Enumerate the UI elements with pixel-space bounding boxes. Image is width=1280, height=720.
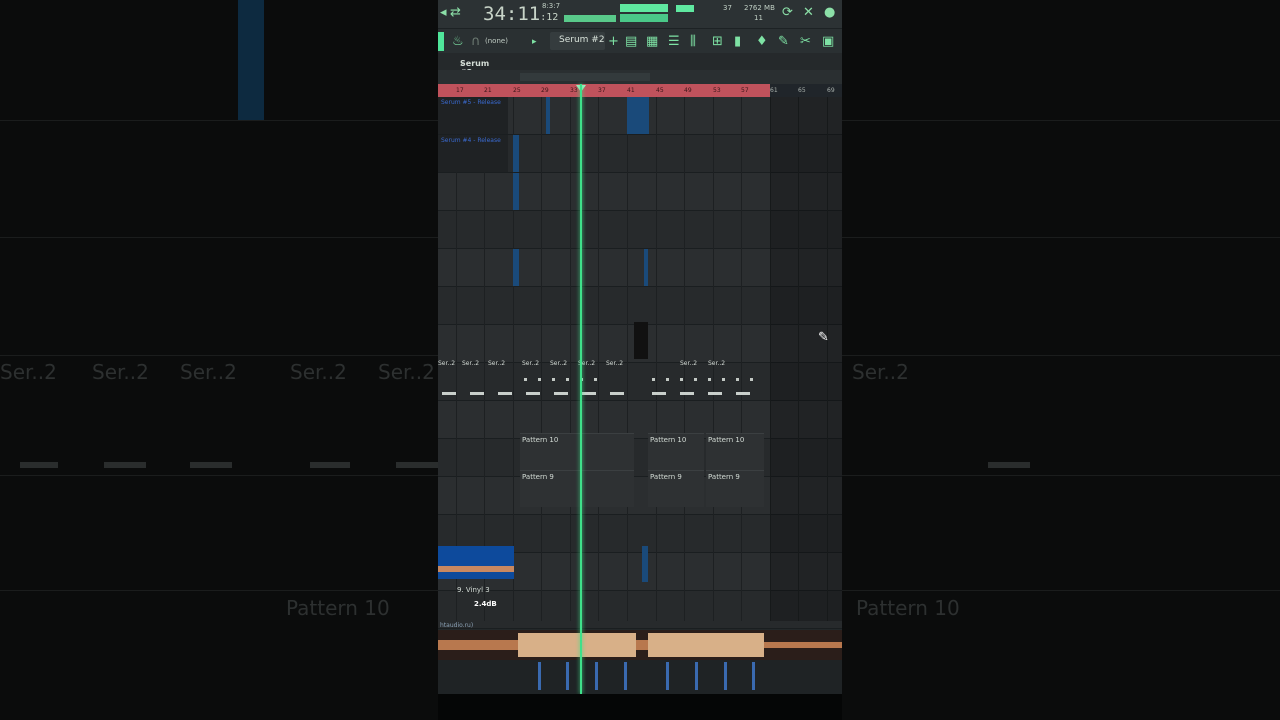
bar-number: 61: [770, 87, 778, 94]
arrow-icon[interactable]: ◂: [440, 5, 447, 20]
toolbar: ♨ ∩ (none) ▸ Serum #2 + ▤ ▦ ☰ ⫼ ⊞ ▮ ♦ ✎ …: [438, 28, 842, 54]
loop-icon[interactable]: ⇄: [450, 5, 461, 20]
slice-icon[interactable]: ✂: [800, 34, 811, 49]
playhead[interactable]: [580, 84, 582, 694]
pattern-clip-label: Ser..2: [680, 360, 698, 367]
ghost-label: Ser..2: [0, 360, 57, 384]
transport-bar: ◂ ⇄ 34:11:12 8:3:7 37 2762 MB 11 ⟳ ✕ ●: [438, 0, 842, 28]
pattern-clip-label: Ser..2: [522, 360, 540, 367]
polyphony-readout: 11: [754, 14, 763, 22]
automation-clip[interactable]: [513, 249, 519, 286]
bar-number: 21: [484, 87, 492, 94]
bar-number: 49: [684, 87, 692, 94]
bar-number: 45: [656, 87, 664, 94]
playlist-window: ◂ ⇄ 34:11:12 8:3:7 37 2762 MB 11 ⟳ ✕ ● ♨…: [438, 0, 842, 694]
mixer-icon[interactable]: ⫼: [690, 34, 696, 49]
play-icon[interactable]: ▸: [532, 37, 537, 47]
bar-number: 41: [627, 87, 635, 94]
bar-number: 37: [598, 87, 606, 94]
vinyl-clip-label: 9. Vinyl 3: [457, 586, 490, 594]
blurred-clip: [238, 0, 264, 120]
master-meter-r: [620, 14, 668, 22]
refresh-icon[interactable]: ⟳: [782, 5, 793, 20]
automation-clip[interactable]: [634, 322, 648, 359]
right-blur-panel: Ser..2 Pattern 10: [842, 0, 1280, 720]
bpm-readout: 8:3:7: [542, 2, 561, 10]
automation-clip[interactable]: [513, 135, 519, 172]
pattern-clip[interactable]: Pattern 9: [648, 470, 704, 507]
waveform[interactable]: [438, 630, 842, 660]
channel-rack-icon[interactable]: ☰: [668, 34, 680, 49]
pattern-clip-label: Ser..2: [606, 360, 624, 367]
automation-clip[interactable]: [546, 97, 550, 134]
playlist-icon[interactable]: ▤: [625, 34, 637, 49]
tools-icon[interactable]: ✕: [803, 5, 814, 20]
memory-readout: 2762 MB: [744, 4, 775, 12]
pattern-clip[interactable]: Pattern 9: [706, 470, 764, 507]
pattern-clip-label: Ser..2: [488, 360, 506, 367]
pattern-clip[interactable]: Pattern 10: [520, 433, 634, 470]
pencil-icon[interactable]: ✎: [778, 34, 789, 49]
pianoroll-icon[interactable]: ▦: [646, 34, 658, 49]
left-blur-panel: Ser..2 Ser..2 Ser..2 Ser..2 Ser..2 Patte…: [0, 0, 438, 720]
add-pattern-button[interactable]: +: [608, 34, 619, 49]
bar-number: 25: [513, 87, 521, 94]
cart-icon[interactable]: ▣: [822, 34, 834, 49]
ghost-label: Ser..2: [92, 360, 149, 384]
kick-track[interactable]: [438, 660, 842, 694]
headphone-icon[interactable]: ∩: [471, 34, 481, 49]
ghost-label: Ser..2: [180, 360, 237, 384]
bar-number: 65: [798, 87, 806, 94]
pattern-clip-label: Ser..2: [438, 360, 456, 367]
ghost-label: Pattern 10: [856, 596, 960, 620]
ghost-label: Ser..2: [290, 360, 347, 384]
ghost-label: Pattern 10: [286, 596, 390, 620]
bottom-bar: [438, 694, 842, 720]
horizontal-scrollbar[interactable]: [438, 70, 842, 84]
bar-number: 29: [541, 87, 549, 94]
toolbar-handle[interactable]: [438, 32, 444, 51]
pattern-clip-label: Ser..2: [462, 360, 480, 367]
clip-label: Serum #5 - Release: [441, 99, 501, 106]
timeline-ruler[interactable]: 17 21 25 29 33 37 41 45 49 53 57 61 65 6…: [438, 84, 842, 97]
ghost-label: Ser..2: [852, 360, 909, 384]
audio-clip[interactable]: [438, 546, 514, 579]
snap-select[interactable]: (none): [485, 37, 508, 45]
browser-icon[interactable]: ⊞: [712, 34, 723, 49]
automation-clip[interactable]: [513, 173, 519, 210]
scroll-thumb[interactable]: [520, 73, 650, 81]
automation-clip[interactable]: [642, 546, 648, 582]
bar-number: 53: [713, 87, 721, 94]
automation-clip[interactable]: [627, 97, 649, 134]
pattern-clip[interactable]: Pattern 10: [648, 433, 704, 470]
audio-clip-label: htaudio.ru): [440, 622, 474, 629]
pattern-clip-label: Ser..2: [550, 360, 568, 367]
bell-icon[interactable]: ♨: [452, 34, 464, 49]
outside-loop-shade: [770, 97, 842, 621]
ghost-label: Ser..2: [378, 360, 435, 384]
automation-clip[interactable]: [644, 249, 648, 286]
pattern-clip[interactable]: Pattern 9: [520, 470, 634, 507]
oscilloscope: [564, 4, 616, 22]
master-meter-l: [620, 4, 668, 12]
mic-icon[interactable]: ●: [824, 5, 835, 20]
volume-readout: 2.4dB: [474, 600, 497, 608]
bar-number: 17: [456, 87, 464, 94]
pattern-selector[interactable]: Serum #2: [550, 32, 605, 50]
plugin-icon[interactable]: ▮: [734, 34, 741, 49]
cpu-readout: 37: [723, 4, 732, 12]
cpu-meter: [676, 5, 694, 12]
clip-label: Serum #4 - Release: [441, 137, 501, 144]
channel-breadcrumb[interactable]: Serum #2 ›: [438, 53, 842, 77]
bar-number: 69: [827, 87, 835, 94]
pattern-clip-label: Ser..2: [708, 360, 726, 367]
pattern-clip[interactable]: Pattern 10: [706, 433, 764, 470]
picker-icon[interactable]: ♦: [756, 34, 768, 49]
bar-number: 57: [741, 87, 749, 94]
mouse-cursor: ✎: [818, 330, 829, 345]
